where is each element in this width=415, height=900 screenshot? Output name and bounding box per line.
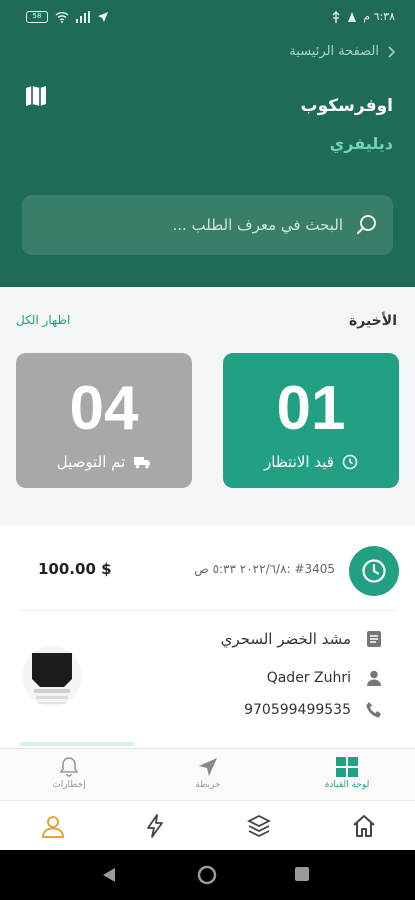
- delivered-orders-card[interactable]: 04 تم التوصيل: [16, 353, 192, 488]
- pending-label-row: قيد الانتظار: [223, 453, 399, 471]
- flash-icon[interactable]: [142, 813, 168, 839]
- status-bar: 58 ٦:٣٨ م: [0, 0, 415, 36]
- search-icon[interactable]: [355, 213, 379, 237]
- driver-name: Qader Zuhri: [266, 670, 351, 686]
- tab-notifications[interactable]: إخطارات: [29, 757, 109, 790]
- header: 58 ٦:٣٨ م الصفحة الرئيسية اوفرسكوب ديليف…: [0, 0, 415, 287]
- delivered-label: تم التوصيل: [56, 453, 126, 471]
- order-id-date: #3405 :٢٠٢٢/٦/٨ ٥:٣٣ ص: [194, 562, 335, 576]
- pending-orders-card[interactable]: 01 قيد الانتظار: [223, 353, 399, 488]
- search-box[interactable]: [22, 195, 393, 255]
- dashboard-icon: [336, 757, 358, 777]
- customer-row: مشد الخضر السحري: [221, 630, 383, 648]
- tab-map[interactable]: خريطة: [168, 757, 248, 790]
- alert-icon: [348, 11, 357, 22]
- delivered-label-row: تم التوصيل: [16, 453, 192, 471]
- breadcrumb[interactable]: الصفحة الرئيسية: [289, 44, 395, 59]
- battery-icon: 58: [26, 11, 48, 23]
- bell-icon: [60, 757, 78, 777]
- driver-row: Qader Zuhri: [267, 669, 383, 687]
- breadcrumb-label: الصفحة الرئيسية: [289, 44, 379, 59]
- recents-icon[interactable]: [295, 867, 309, 881]
- home-button-icon[interactable]: [197, 865, 217, 885]
- status-icons-left: 58: [26, 11, 109, 23]
- pending-label: قيد الانتظار: [264, 453, 334, 471]
- app-title: اوفرسكوب: [300, 96, 393, 116]
- delivered-count: 04: [69, 374, 139, 443]
- document-icon: [367, 631, 381, 647]
- phone-row[interactable]: 970599499535: [244, 701, 383, 719]
- tab-bar: لوحة القيادة خريطة إخطارات: [0, 748, 415, 800]
- customer-avatar: [22, 646, 82, 706]
- progress-indicator: [20, 742, 135, 746]
- order-amount: 100.00 $: [38, 560, 112, 578]
- tab-dashboard-label: لوحة القيادة: [324, 780, 370, 790]
- tab-notifications-label: إخطارات: [52, 780, 86, 790]
- phone-number: 970599499535: [244, 702, 351, 718]
- app-subtitle: ديليفري: [329, 134, 393, 153]
- truck-icon: [134, 457, 151, 469]
- signal-icon: [76, 11, 90, 23]
- map-icon[interactable]: [24, 84, 48, 108]
- layers-icon[interactable]: [246, 813, 272, 839]
- tab-dashboard[interactable]: لوحة القيادة: [307, 757, 387, 790]
- clock-icon: [362, 559, 386, 583]
- location-arrow-icon: [98, 12, 108, 22]
- usb-icon: [332, 10, 340, 23]
- show-all-link[interactable]: اظهار الكل: [16, 313, 70, 327]
- search-input[interactable]: [63, 195, 343, 255]
- phone-icon: [366, 702, 381, 718]
- wifi-icon: [55, 12, 69, 23]
- status-icons-right: ٦:٣٨ م: [331, 10, 395, 23]
- customer-name: مشد الخضر السحري: [220, 630, 351, 648]
- back-icon[interactable]: [102, 867, 116, 883]
- chevron-right-icon: [388, 45, 395, 58]
- status-time: ٦:٣٨ م: [363, 10, 395, 23]
- home-icon[interactable]: [351, 813, 377, 839]
- divider: [20, 610, 395, 611]
- user-icon[interactable]: [40, 813, 66, 839]
- person-icon: [367, 670, 381, 686]
- pending-count: 01: [276, 374, 346, 443]
- clock-icon: [342, 454, 358, 470]
- recent-title: الأخيرة: [348, 313, 397, 329]
- navigation-icon: [199, 758, 217, 776]
- tab-map-label: خريطة: [195, 780, 221, 790]
- order-card[interactable]: #3405 :٢٠٢٢/٦/٨ ٥:٣٣ ص 100.00 $ مشد الخض…: [0, 526, 415, 748]
- android-nav-bar: [0, 850, 415, 900]
- order-status-badge: [349, 546, 399, 596]
- bottom-bar: [0, 800, 415, 850]
